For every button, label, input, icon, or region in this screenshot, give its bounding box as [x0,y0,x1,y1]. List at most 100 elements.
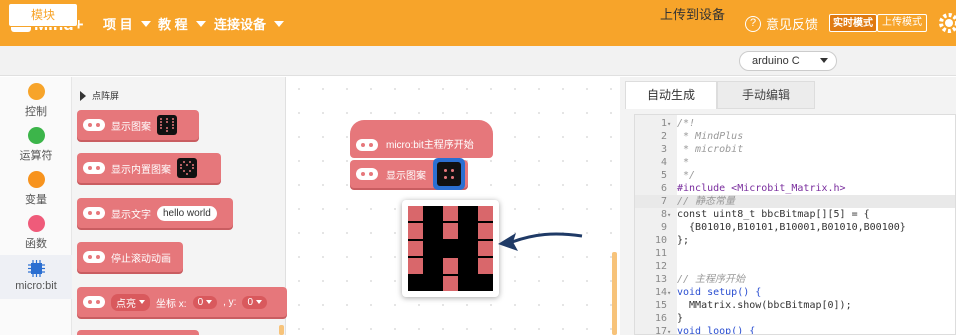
toggle-icon [356,139,378,151]
led-cell[interactable] [408,206,424,222]
block-plot-point[interactable]: 点亮 坐标 x: 0 , y: 0 [77,287,287,317]
category-variables[interactable]: 变量 [0,171,72,207]
upload-icon: ↑ [640,6,654,21]
x-dropdown[interactable]: 0 [192,295,218,309]
code-editor[interactable]: 1▾/*! 2 * MindPlus 3 * microbit 4 * 5 */6 #in… [634,114,956,335]
category-functions[interactable]: 函数 [0,215,72,251]
code-text: const uint8_t bbcBitmap[][5] = { [677,209,870,220]
led-cell[interactable] [460,258,476,274]
led-cell[interactable] [408,223,424,239]
code-line[interactable]: 4 * [635,156,955,169]
code-text: */ [677,170,696,181]
code-line[interactable]: 15 MMatrix.show(bbcBitmap[0]); [635,299,955,312]
led-cell[interactable] [442,258,459,274]
code-line[interactable]: 12 [635,260,955,273]
chevron-down-icon [820,58,828,63]
gear-icon[interactable] [938,12,956,34]
led-cell[interactable] [477,240,493,257]
fold-arrow-icon[interactable]: ▾ [667,326,677,334]
upload-to-device-button[interactable]: ↑ 上传到设备 [640,4,725,23]
code-line[interactable]: 11 [635,247,955,260]
led-cell[interactable] [442,223,459,239]
block-partial[interactable] [77,330,199,335]
block-show-pattern[interactable]: 显示图案 [77,110,199,140]
code-text: {B01010,B10101,B10001,B01010,B00100} [677,222,906,233]
led-cell[interactable] [477,223,493,239]
led-cell[interactable] [425,206,441,222]
led-cell[interactable] [460,240,476,257]
code-line[interactable]: 5 */ [635,169,955,182]
menu-connect-device[interactable]: 连接设备 [214,14,285,33]
category-dot [27,127,45,144]
live-mode-toggle[interactable]: 实时模式 [829,14,877,32]
flyout-scrollbar[interactable] [279,325,284,335]
code-text: // 静态常量 [677,196,736,207]
led-cell[interactable] [460,206,476,222]
top-menu-bar: Mind+ 项 目 教 程 连接设备 ? 意见反馈 实时模式 上传模式 [0,0,956,46]
matrix-thumbnail[interactable] [157,115,177,135]
code-line[interactable]: 13 // 主程序开始 [635,273,955,286]
code-line[interactable]: 3 * microbit [635,143,955,156]
code-line[interactable]: 2 * MindPlus [635,130,955,143]
led-cell[interactable] [425,258,441,274]
block-main-start[interactable]: micro:bit主程序开始 [350,120,493,158]
matrix-thumbnail[interactable] [177,158,197,178]
led-cell[interactable] [460,223,476,239]
led-cell[interactable] [442,206,459,222]
led-cell[interactable] [477,275,493,291]
menu-project[interactable]: 项 目 [103,14,151,33]
line-number: 16 [654,313,667,324]
code-line[interactable]: 16} [635,312,955,325]
led-cell[interactable] [425,223,441,239]
pointer-arrow-icon [498,232,583,251]
code-line[interactable]: 9 {B01010,B10101,B10001,B01010,B00100} [635,221,955,234]
y-dropdown[interactable]: 0 [242,295,268,309]
tab-manual-edit[interactable]: 手动编辑 [717,81,815,109]
line-number: 2 [660,131,667,142]
category-microbit[interactable]: micro:bit [0,255,72,299]
line-number: 9 [660,222,667,233]
matrix-editor-popup [402,200,499,297]
led-cell[interactable] [460,275,476,291]
line-number: 13 [654,274,667,285]
led-cell[interactable] [408,275,424,291]
led-cell[interactable] [442,275,459,291]
code-line[interactable]: 8▾ const uint8_t bbcBitmap[][5] = { [635,208,955,221]
led-cell[interactable] [442,240,459,257]
selected-matrix-field[interactable] [433,158,465,190]
upload-mode-toggle[interactable]: 上传模式 [877,14,927,32]
line-number: 7 [660,196,667,207]
code-line[interactable]: 7 // 静态常量 [635,195,955,208]
led-cell[interactable] [408,240,424,257]
line-number: 6 [660,183,667,194]
line-number: 8 [660,209,667,220]
category-operators[interactable]: 运算符 [0,127,72,163]
code-line[interactable]: 1▾/*! [635,117,955,130]
code-text: * microbit [677,144,744,155]
block-show-text[interactable]: 显示文字 hello world [77,198,233,228]
code-line[interactable]: 17▾ void loop() { [635,325,955,334]
line-number: 14 [654,287,667,298]
feedback-button[interactable]: ? 意见反馈 [745,14,818,33]
led-grid[interactable] [408,206,493,291]
tab-auto-generate[interactable]: 自动生成 [625,81,717,109]
led-cell[interactable] [477,258,493,274]
modules-tab[interactable]: 模块 [8,3,78,27]
chevron-down-icon [274,20,285,27]
led-cell[interactable] [408,258,424,274]
flyout-section-header[interactable]: 点阵屏 [80,89,119,102]
category-control[interactable]: 控制 [0,83,72,119]
block-stop-scroll[interactable]: 停止滚动动画 [77,242,183,272]
code-line[interactable]: 10}; [635,234,955,247]
board-select[interactable]: arduino C [739,51,837,71]
menu-tutorial[interactable]: 教 程 [158,14,206,33]
code-line[interactable]: 14▾ void setup() { [635,286,955,299]
code-line[interactable]: 6 #include <Microbit_Matrix.h> [635,182,955,195]
text-input[interactable]: hello world [157,205,217,221]
led-cell[interactable] [425,275,441,291]
led-cell[interactable] [425,240,441,257]
block-show-builtin-pattern[interactable]: 显示内置图案 [77,153,221,183]
plot-mode-dropdown[interactable]: 点亮 [111,293,150,311]
workspace-scrollbar[interactable] [612,252,617,335]
led-cell[interactable] [477,206,493,222]
